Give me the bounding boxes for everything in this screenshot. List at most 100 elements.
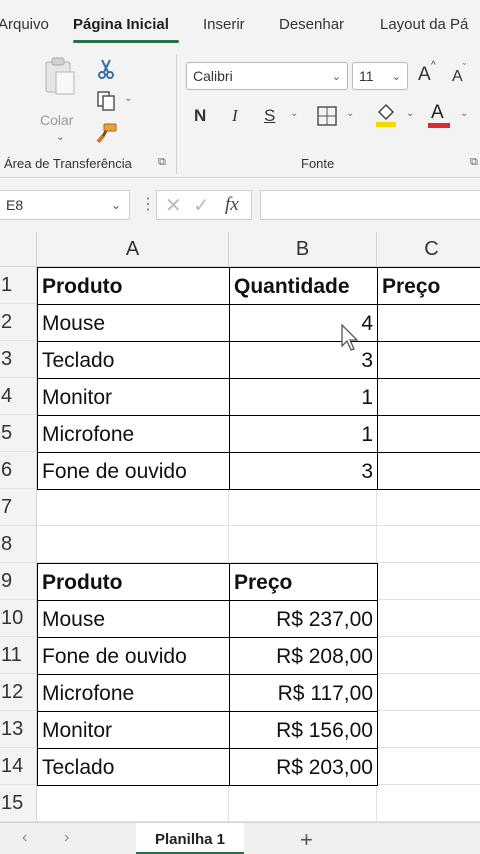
cell[interactable] [37, 526, 229, 563]
cell[interactable] [377, 489, 480, 526]
font-size-select[interactable]: 11 ⌄ [352, 62, 408, 90]
cancel-icon[interactable]: ✕ [165, 193, 182, 218]
dialog-launcher-icon[interactable]: ⧉ [470, 156, 478, 169]
table-cell[interactable] [377, 378, 480, 416]
table-header-cell[interactable]: Produto [37, 267, 230, 305]
cell[interactable] [229, 489, 377, 526]
cell[interactable] [377, 600, 480, 637]
row-header[interactable]: 14 [0, 748, 37, 785]
cell[interactable] [377, 674, 480, 711]
table-cell[interactable] [377, 304, 480, 342]
table-header-cell[interactable]: Quantidade [229, 267, 378, 305]
worksheet-grid[interactable]: A B C 1 2 3 4 5 6 7 8 9 10 11 12 13 14 1… [0, 232, 480, 822]
row-header[interactable]: 15 [0, 785, 37, 822]
bold-button[interactable]: N [194, 106, 206, 126]
table-cell[interactable]: Teclado [37, 748, 230, 786]
fill-color-button[interactable]: ⌄ [374, 102, 420, 130]
cell[interactable] [377, 526, 480, 563]
more-options-icon[interactable]: ⋮ [140, 194, 156, 214]
select-all-corner[interactable] [0, 232, 37, 267]
row-header[interactable]: 7 [0, 489, 37, 526]
previous-sheet-icon[interactable]: ‹ [22, 829, 27, 847]
formula-input[interactable] [260, 190, 480, 220]
table-cell[interactable]: R$ 237,00 [229, 600, 378, 638]
table-cell[interactable]: Mouse [37, 600, 230, 638]
add-sheet-button[interactable]: + [300, 827, 313, 853]
cell[interactable] [377, 748, 480, 785]
cell[interactable] [229, 785, 377, 822]
shrink-font-button[interactable]: A [452, 68, 463, 86]
copy-button[interactable]: ⌄ [96, 90, 136, 112]
tab-layout-da-pagina[interactable]: Layout da Pá [380, 16, 468, 33]
cut-icon[interactable] [96, 58, 116, 80]
cell[interactable] [229, 526, 377, 563]
row-header[interactable]: 10 [0, 600, 37, 637]
cell[interactable] [37, 785, 229, 822]
row-header[interactable]: 6 [0, 452, 37, 489]
name-box[interactable]: E8 ⌄ [0, 190, 130, 220]
underline-button[interactable]: S [264, 106, 275, 126]
table-cell[interactable]: Fone de ouvido [37, 452, 230, 490]
dialog-launcher-icon[interactable]: ⧉ [158, 156, 166, 169]
row-header[interactable]: 3 [0, 341, 37, 378]
column-header-a[interactable]: A [37, 232, 229, 267]
row-header[interactable]: 11 [0, 637, 37, 674]
table-header-cell[interactable]: Preço [229, 563, 378, 601]
tab-arquivo[interactable]: Arquivo [0, 16, 49, 33]
column-header-c[interactable]: C [377, 232, 480, 267]
row-header[interactable]: 8 [0, 526, 37, 563]
ribbon-tab-bar: Arquivo Página Inicial Inserir Desenhar … [0, 0, 480, 46]
paste-icon [45, 57, 75, 95]
function-icon[interactable]: fx [225, 194, 239, 216]
table-cell[interactable]: R$ 117,00 [229, 674, 378, 712]
paste-button[interactable]: Colar ⌄ [38, 56, 82, 143]
tab-inserir[interactable]: Inserir [203, 16, 245, 33]
table-cell[interactable]: R$ 203,00 [229, 748, 378, 786]
row-header[interactable]: 12 [0, 674, 37, 711]
table-cell[interactable]: 1 [229, 378, 378, 416]
cell[interactable] [377, 563, 480, 600]
table-header-cell[interactable]: Produto [37, 563, 230, 601]
table-cell[interactable]: Microfone [37, 674, 230, 712]
row-header[interactable]: 5 [0, 415, 37, 452]
sheet-tab-planilha-1[interactable]: Planilha 1 [136, 823, 244, 854]
format-painter-icon[interactable] [96, 122, 118, 144]
table-cell[interactable]: Mouse [37, 304, 230, 342]
next-sheet-icon[interactable]: › [64, 829, 69, 847]
cell[interactable] [377, 711, 480, 748]
italic-button[interactable]: I [232, 106, 238, 126]
enter-icon[interactable]: ✓ [193, 193, 210, 218]
grow-font-button[interactable]: A [418, 64, 431, 86]
chevron-down-icon: ⌄ [124, 93, 133, 104]
font-color-button[interactable]: A ⌄ [428, 102, 474, 130]
font-name-select[interactable]: Calibri ⌄ [186, 62, 348, 90]
cell[interactable] [37, 489, 229, 526]
row-header[interactable]: 1 [0, 267, 37, 304]
tab-desenhar[interactable]: Desenhar [279, 16, 344, 33]
cell[interactable] [377, 785, 480, 822]
table-cell[interactable]: Monitor [37, 711, 230, 749]
table-cell[interactable] [377, 415, 480, 453]
table-cell[interactable] [377, 452, 480, 490]
table-cell[interactable]: 3 [229, 452, 378, 490]
chevron-down-icon: ⌄ [110, 198, 121, 212]
cell[interactable] [377, 637, 480, 674]
row-header[interactable]: 2 [0, 304, 37, 341]
row-header[interactable]: 13 [0, 711, 37, 748]
borders-button[interactable]: ⌄ [314, 104, 360, 128]
table-cell[interactable]: Fone de ouvido [37, 637, 230, 675]
tab-pagina-inicial[interactable]: Página Inicial [73, 16, 169, 33]
table-cell[interactable]: R$ 156,00 [229, 711, 378, 749]
row-header[interactable]: 4 [0, 378, 37, 415]
row-header[interactable]: 9 [0, 563, 37, 600]
formula-bar: E8 ⌄ ⋮ ✕ ✓ fx [0, 178, 480, 232]
table-header-cell[interactable]: Preço [377, 267, 480, 305]
table-cell[interactable]: R$ 208,00 [229, 637, 378, 675]
table-cell[interactable]: Microfone [37, 415, 230, 453]
table-cell[interactable]: 1 [229, 415, 378, 453]
table-cell[interactable]: Monitor [37, 378, 230, 416]
table-cell[interactable] [377, 341, 480, 379]
table-cell[interactable]: Teclado [37, 341, 230, 379]
column-header-b[interactable]: B [229, 232, 377, 267]
formula-buttons: ✕ ✓ fx [156, 190, 252, 220]
